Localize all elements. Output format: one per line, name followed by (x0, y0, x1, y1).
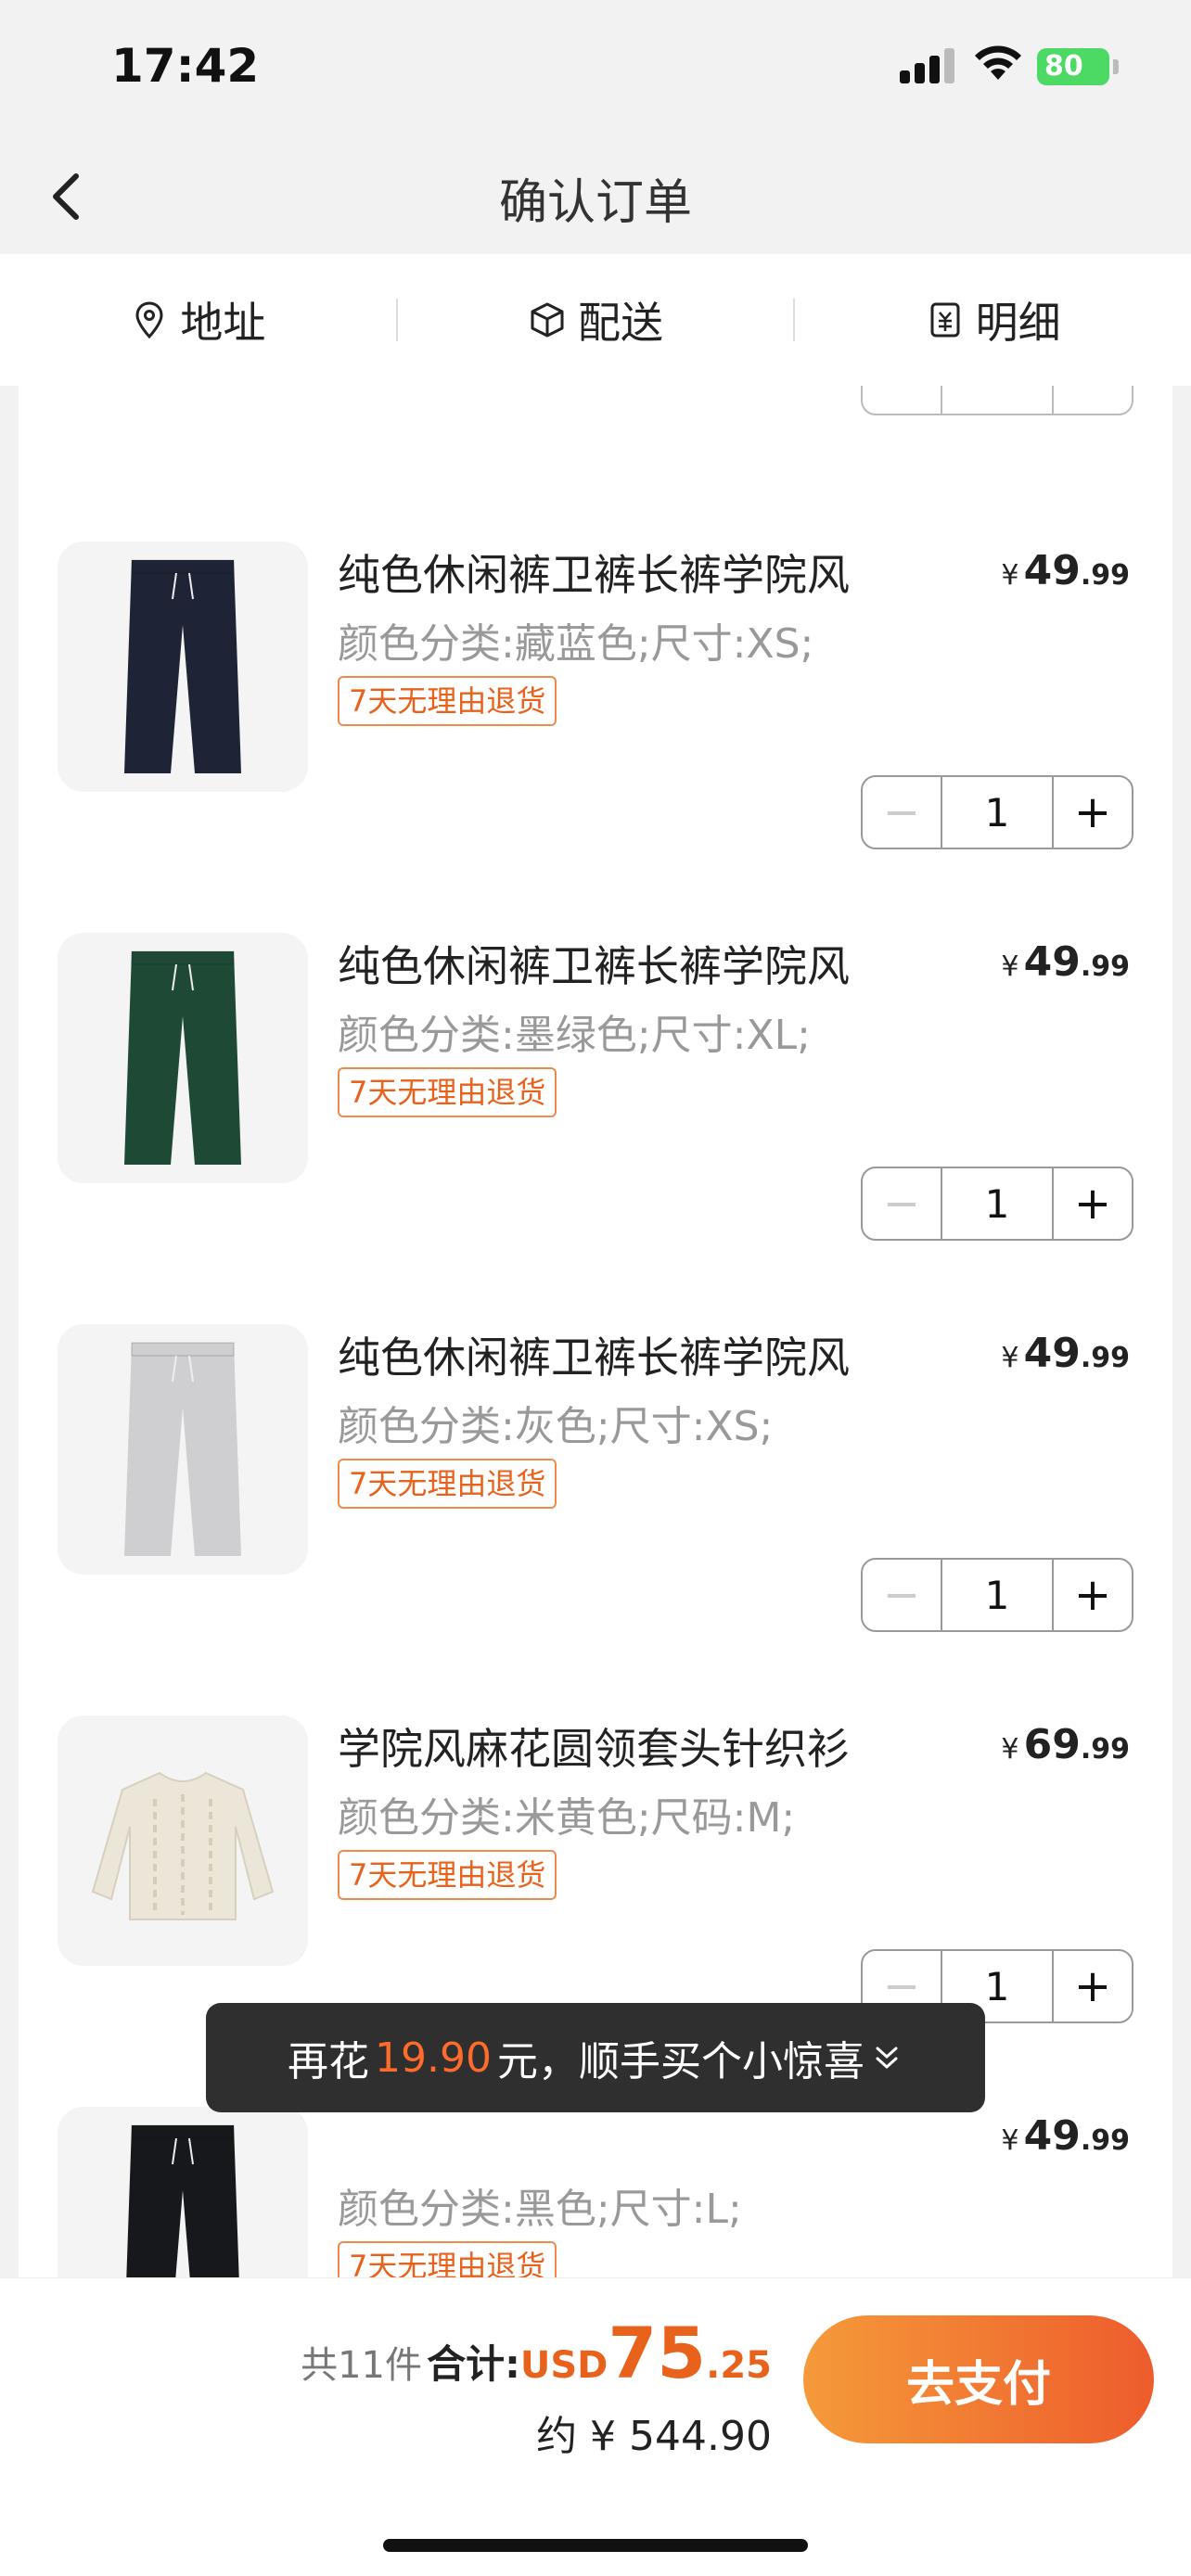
order-item: 学院风麻花圆领套头针织衫 颜色分类:米黄色;尺码:M; 7天无理由退货 ¥ 69… (19, 1613, 1172, 2023)
toast-amount: 19.90 (375, 2034, 492, 2082)
product-price: ¥ 49.99 (1001, 938, 1130, 986)
price-currency: ¥ (1001, 950, 1019, 983)
product-thumbnail[interactable] (58, 2107, 308, 2277)
item-count: 共11件 (301, 2344, 422, 2387)
price-integer: 49 (1023, 1330, 1081, 1377)
order-item: 纯色休闲裤卫裤长裤学院风 颜色分类:藏蓝色;尺寸:XS; 7天无理由退货 ¥ 4… (19, 440, 1172, 849)
return-policy-badge: 7天无理由退货 (338, 2241, 557, 2277)
total-amount-integer: 75 (608, 2312, 707, 2394)
product-image (124, 1342, 241, 1556)
order-item-list: 纯色休闲裤卫裤长裤学院风 颜色分类:藏蓝色;尺寸:XS; 7天无理由退货 ¥ 4… (19, 386, 1172, 2277)
order-total: 共11件 合计:USD75.25 (301, 2312, 772, 2394)
price-decimal: .99 (1080, 1342, 1130, 1374)
product-price: ¥ 69.99 (1001, 1721, 1130, 1768)
battery-tip (1113, 59, 1119, 74)
wifi-icon (975, 45, 1021, 80)
status-bar: 17:42 80 (0, 0, 1191, 139)
return-policy-badge: 7天无理由退货 (338, 676, 557, 726)
product-thumbnail[interactable] (58, 1715, 308, 1966)
product-thumbnail[interactable] (58, 542, 308, 792)
price-decimal: .99 (1080, 1733, 1130, 1766)
toast-suffix: 元，顺手买个小惊喜 (496, 2038, 864, 2085)
price-decimal: .99 (1080, 950, 1130, 983)
price-integer: 49 (1023, 938, 1081, 986)
cellular-signal-icon (900, 48, 955, 83)
tab-details-label: 明细 (975, 298, 1061, 348)
price-integer: 69 (1023, 1721, 1081, 1768)
tab-delivery[interactable]: 配送 (398, 254, 794, 386)
product-title[interactable]: 纯色休闲裤卫裤长裤学院风 (338, 1324, 850, 1385)
tab-delivery-label: 配送 (578, 298, 663, 348)
nav-bar: 确认订单 (0, 139, 1191, 254)
price-integer: 49 (1023, 2112, 1081, 2160)
product-thumbnail[interactable] (58, 1324, 308, 1575)
return-policy-badge: 7天无理由退货 (338, 1459, 557, 1509)
product-thumbnail[interactable] (58, 933, 308, 1183)
price-integer: 49 (1023, 547, 1081, 594)
battery-indicator: 80 (1037, 48, 1109, 85)
price-currency: ¥ (1001, 2124, 1019, 2157)
total-currency: USD (519, 2344, 608, 2387)
price-currency: ¥ (1001, 1342, 1019, 1374)
status-time: 17:42 (111, 39, 260, 93)
order-item: 纯色休闲裤卫裤长裤学院风 颜色分类:墨绿色;尺寸:XL; 7天无理由退货 ¥ 4… (19, 831, 1172, 1241)
product-price: ¥ 49.99 (1001, 1330, 1130, 1377)
toast-prefix: 再花 (288, 2038, 370, 2085)
product-title[interactable]: 纯色休闲裤卫裤长裤学院风 (338, 542, 850, 603)
pay-button[interactable]: 去支付 (803, 2315, 1154, 2443)
product-title[interactable]: 纯色休闲裤卫裤长裤学院风 (338, 933, 850, 994)
return-policy-badge: 7天无理由退货 (338, 1850, 557, 1900)
price-decimal: .99 (1080, 559, 1130, 592)
product-image (126, 2124, 239, 2277)
location-pin-icon (135, 301, 163, 339)
package-icon (531, 302, 564, 338)
price-decimal: .99 (1080, 2124, 1130, 2157)
product-image (124, 559, 241, 773)
price-currency: ¥ (1001, 559, 1019, 592)
receipt-icon (930, 302, 960, 338)
product-price: ¥ 49.99 (1001, 547, 1130, 594)
product-spec: 颜色分类:黑色;尺寸:L; (338, 2186, 742, 2233)
product-spec: 颜色分类:灰色;尺寸:XS; (338, 1403, 774, 1450)
home-indicator (383, 2539, 808, 2552)
tab-address[interactable]: 地址 (0, 254, 396, 386)
product-price: ¥ 49.99 (1001, 2112, 1130, 2160)
approx-cny-total: 约 ¥ 544.90 (536, 2413, 772, 2460)
upsell-toast[interactable]: 再花 19.90 元，顺手买个小惊喜 (206, 2003, 985, 2112)
product-spec: 颜色分类:米黄色;尺码:M; (338, 1794, 796, 1842)
double-chevron-down-icon (876, 2047, 898, 2070)
product-spec: 颜色分类:藏蓝色;尺寸:XS; (338, 620, 814, 668)
previous-item-stepper[interactable] (861, 386, 1133, 415)
tab-address-label: 地址 (180, 298, 266, 348)
page-title: 确认订单 (498, 175, 692, 231)
price-currency: ¥ (1001, 1733, 1019, 1766)
return-policy-badge: 7天无理由退货 (338, 1067, 557, 1117)
total-label: 合计: (427, 2341, 520, 2387)
order-item: 纯色休闲裤卫裤长裤学院风 颜色分类:灰色;尺寸:XS; 7天无理由退货 ¥ 49… (19, 1222, 1172, 1632)
product-image (124, 950, 241, 1165)
product-spec: 颜色分类:墨绿色;尺寸:XL; (338, 1012, 811, 1059)
checkout-bar: 共11件 合计:USD75.25 约 ¥ 544.90 去支付 (0, 2277, 1191, 2576)
tab-details[interactable]: 明细 (795, 254, 1191, 386)
product-title[interactable]: 学院风麻花圆领套头针织衫 (338, 1715, 850, 1777)
total-amount-decimal: .25 (706, 2344, 772, 2387)
product-image (91, 1771, 275, 1920)
section-tabs: 地址 配送 明细 (0, 254, 1191, 386)
